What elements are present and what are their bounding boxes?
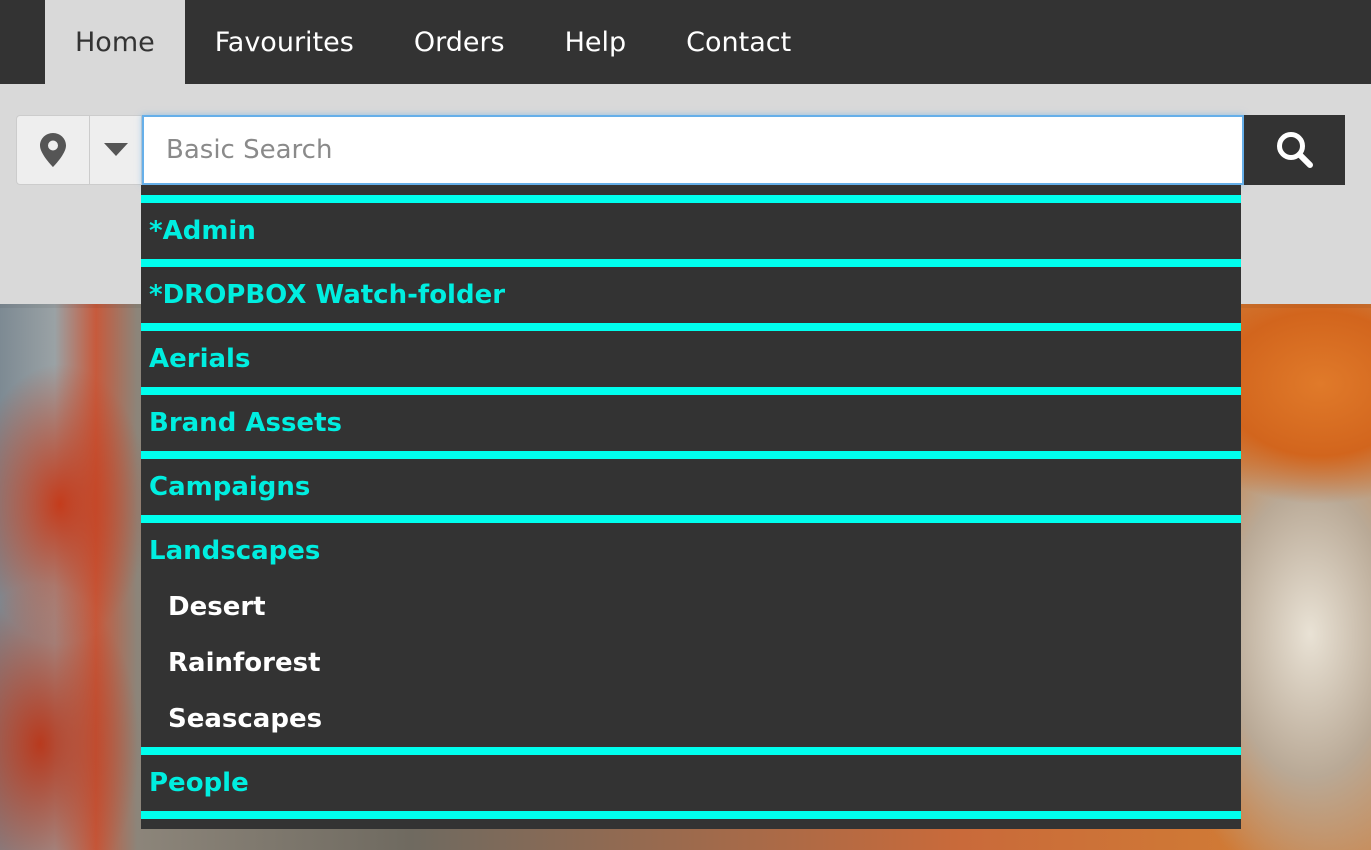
dropdown-separator	[141, 747, 1241, 755]
dropdown-separator	[141, 451, 1241, 459]
category-item-campaigns[interactable]: Campaigns	[141, 459, 1241, 515]
dropdown-bottom-padding	[141, 819, 1241, 829]
nav-item-favourites[interactable]: Favourites	[185, 0, 384, 84]
caret-down-icon	[103, 143, 128, 156]
nav-item-home[interactable]: Home	[45, 0, 185, 84]
search-icon	[1276, 132, 1313, 168]
nav-item-contact[interactable]: Contact	[656, 0, 821, 84]
category-dropdown: *Admin *DROPBOX Watch-folder Aerials Bra…	[141, 185, 1241, 829]
dropdown-separator	[141, 387, 1241, 395]
category-item-brand-assets[interactable]: Brand Assets	[141, 395, 1241, 451]
subcategory-item-seascapes[interactable]: Seascapes	[141, 691, 1241, 747]
top-navigation: Home Favourites Orders Help Contact	[0, 0, 1371, 84]
dropdown-separator	[141, 195, 1241, 203]
dropdown-separator	[141, 515, 1241, 523]
search-input[interactable]	[142, 115, 1244, 185]
subcategory-item-rainforest[interactable]: Rainforest	[141, 635, 1241, 691]
nav-item-orders[interactable]: Orders	[384, 0, 535, 84]
category-item-dropbox-watch-folder[interactable]: *DROPBOX Watch-folder	[141, 267, 1241, 323]
location-button[interactable]	[16, 115, 90, 185]
dropdown-separator	[141, 323, 1241, 331]
subcategory-item-desert[interactable]: Desert	[141, 579, 1241, 635]
dropdown-separator	[141, 259, 1241, 267]
category-item-landscapes[interactable]: Landscapes	[141, 523, 1241, 579]
search-submit-button[interactable]	[1244, 115, 1345, 185]
search-bar	[16, 115, 1345, 185]
category-item-people[interactable]: People	[141, 755, 1241, 811]
category-item-aerials[interactable]: Aerials	[141, 331, 1241, 387]
category-item-admin[interactable]: *Admin	[141, 203, 1241, 259]
dropdown-separator	[141, 811, 1241, 819]
nav-item-help[interactable]: Help	[535, 0, 657, 84]
map-marker-icon	[40, 133, 66, 167]
search-scope-dropdown-button[interactable]	[90, 115, 142, 185]
